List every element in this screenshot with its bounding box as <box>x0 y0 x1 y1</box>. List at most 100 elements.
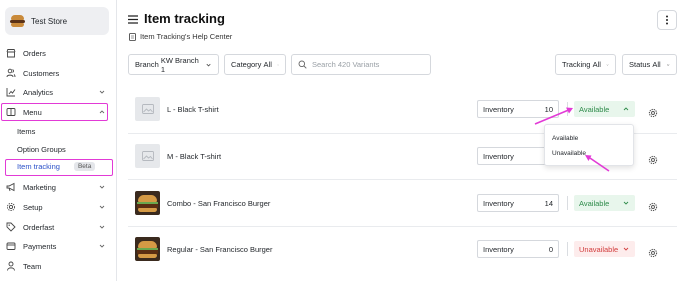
tag-icon <box>6 222 16 232</box>
column-separator <box>567 242 568 256</box>
image-placeholder-icon <box>135 144 160 168</box>
gear-icon[interactable] <box>648 245 658 258</box>
gear-icon[interactable] <box>648 199 658 212</box>
store-logo <box>9 14 26 28</box>
branch-select[interactable]: Branch KW Branch 1 <box>128 54 219 75</box>
nav-marketing-label: Marketing <box>23 182 56 192</box>
item-thumbnail <box>135 237 160 261</box>
storefront-icon <box>6 48 16 58</box>
nav-orders-label: Orders <box>23 48 46 58</box>
status-select-label: Status <box>629 60 651 69</box>
wallet-icon <box>6 241 16 251</box>
column-separator <box>567 102 568 116</box>
category-select-value: All <box>263 60 272 69</box>
status-select[interactable]: Status All <box>622 54 677 75</box>
nav-orders[interactable]: Orders <box>6 44 108 62</box>
kebab-icon <box>666 15 668 25</box>
help-center-link[interactable]: Item Tracking's Help Center <box>129 32 232 41</box>
status-dropdown-menu: Available Unavailable <box>544 124 634 166</box>
inventory-value: 0 <box>548 244 553 254</box>
chevron-down-icon <box>99 244 105 248</box>
branch-select-value: KW Branch 1 <box>160 55 199 74</box>
inventory-label: Inventory <box>483 244 514 254</box>
document-icon <box>129 32 136 41</box>
status-value: Unavailable <box>579 244 619 254</box>
nav-analytics-label: Analytics <box>23 87 54 97</box>
status-select[interactable]: Unavailable <box>574 241 635 257</box>
nav-setup[interactable]: Setup <box>6 198 108 216</box>
tracking-select[interactable]: Tracking All <box>555 54 616 75</box>
nav-setup-label: Setup <box>23 202 43 212</box>
status-select[interactable]: Available <box>574 195 635 211</box>
chart-icon <box>6 87 16 97</box>
inventory-label: Inventory <box>483 104 514 114</box>
chevron-down-icon <box>99 90 105 94</box>
store-switcher[interactable]: Test Store <box>5 7 109 35</box>
nav-customers-label: Customers <box>23 68 60 78</box>
inventory-input[interactable]: Inventory 10 <box>477 100 559 118</box>
chevron-down-icon <box>99 185 105 189</box>
chevron-down-icon <box>666 63 670 66</box>
inventory-input[interactable]: Inventory 14 <box>477 194 559 212</box>
store-name: Test Store <box>31 16 68 26</box>
category-select[interactable]: Category All <box>224 54 286 75</box>
image-placeholder-icon <box>135 97 160 121</box>
inventory-value: 10 <box>544 104 553 114</box>
person-icon <box>6 261 16 271</box>
menu-highlight-box <box>1 103 108 121</box>
item-tracking-highlight-box <box>5 159 113 176</box>
nav-team[interactable]: Team <box>6 257 108 275</box>
column-separator <box>567 196 568 210</box>
item-name: M - Black T-shirt <box>167 152 222 161</box>
search-icon <box>298 60 307 69</box>
nav-analytics[interactable]: Analytics <box>6 83 108 101</box>
gear-icon[interactable] <box>648 105 658 118</box>
gear-icon[interactable] <box>648 152 658 165</box>
nav-payments-label: Payments <box>23 241 57 251</box>
nav-customers[interactable]: Customers <box>6 64 108 82</box>
dropdown-option-available[interactable]: Available <box>552 135 578 142</box>
row-divider <box>128 179 677 180</box>
inventory-value: 14 <box>544 198 553 208</box>
chevron-down-icon <box>623 247 629 251</box>
dropdown-option-unavailable[interactable]: Unavailable <box>552 150 586 157</box>
search-input[interactable]: Search 420 Variants <box>291 54 431 75</box>
sidebar: Test Store Orders Customers Analytics Me… <box>0 0 117 281</box>
users-icon <box>6 68 16 78</box>
hamburger-icon[interactable] <box>128 15 138 24</box>
chevron-down-icon <box>99 225 105 229</box>
item-name: L - Black T-shirt <box>167 105 219 114</box>
megaphone-icon <box>6 182 16 192</box>
row-divider <box>128 226 677 227</box>
chevron-down-icon <box>277 64 279 65</box>
status-select-value: All <box>652 60 661 69</box>
sub-item-items[interactable]: Items <box>17 127 35 136</box>
nav-orderfast[interactable]: Orderfast <box>6 218 108 236</box>
branch-select-label: Branch <box>135 60 159 69</box>
nav-orderfast-label: Orderfast <box>23 222 55 232</box>
chevron-down-icon <box>606 63 609 66</box>
chevron-down-icon <box>206 63 211 66</box>
status-value: Available <box>579 198 610 208</box>
inventory-label: Inventory <box>483 198 514 208</box>
nav-marketing[interactable]: Marketing <box>6 178 108 196</box>
help-center-label: Item Tracking's Help Center <box>140 32 233 41</box>
sub-item-option-groups[interactable]: Option Groups <box>17 145 66 154</box>
item-name: Combo - San Francisco Burger <box>167 199 271 208</box>
chevron-down-icon <box>623 201 629 205</box>
chevron-up-icon <box>623 107 629 111</box>
gear-icon <box>6 202 16 212</box>
item-name: Regular - San Francisco Burger <box>167 245 273 254</box>
nav-team-label: Team <box>23 261 42 271</box>
more-options-button[interactable] <box>657 10 677 30</box>
status-value: Available <box>579 104 610 114</box>
tracking-select-value: All <box>592 60 601 69</box>
inventory-input[interactable]: Inventory 0 <box>477 240 559 258</box>
inventory-label: Inventory <box>483 151 514 161</box>
status-select[interactable]: Available <box>574 101 635 117</box>
tracking-select-label: Tracking <box>562 60 591 69</box>
search-placeholder: Search 420 Variants <box>312 60 380 69</box>
nav-payments[interactable]: Payments <box>6 237 108 255</box>
page-title: Item tracking <box>144 11 225 26</box>
chevron-down-icon <box>99 205 105 209</box>
